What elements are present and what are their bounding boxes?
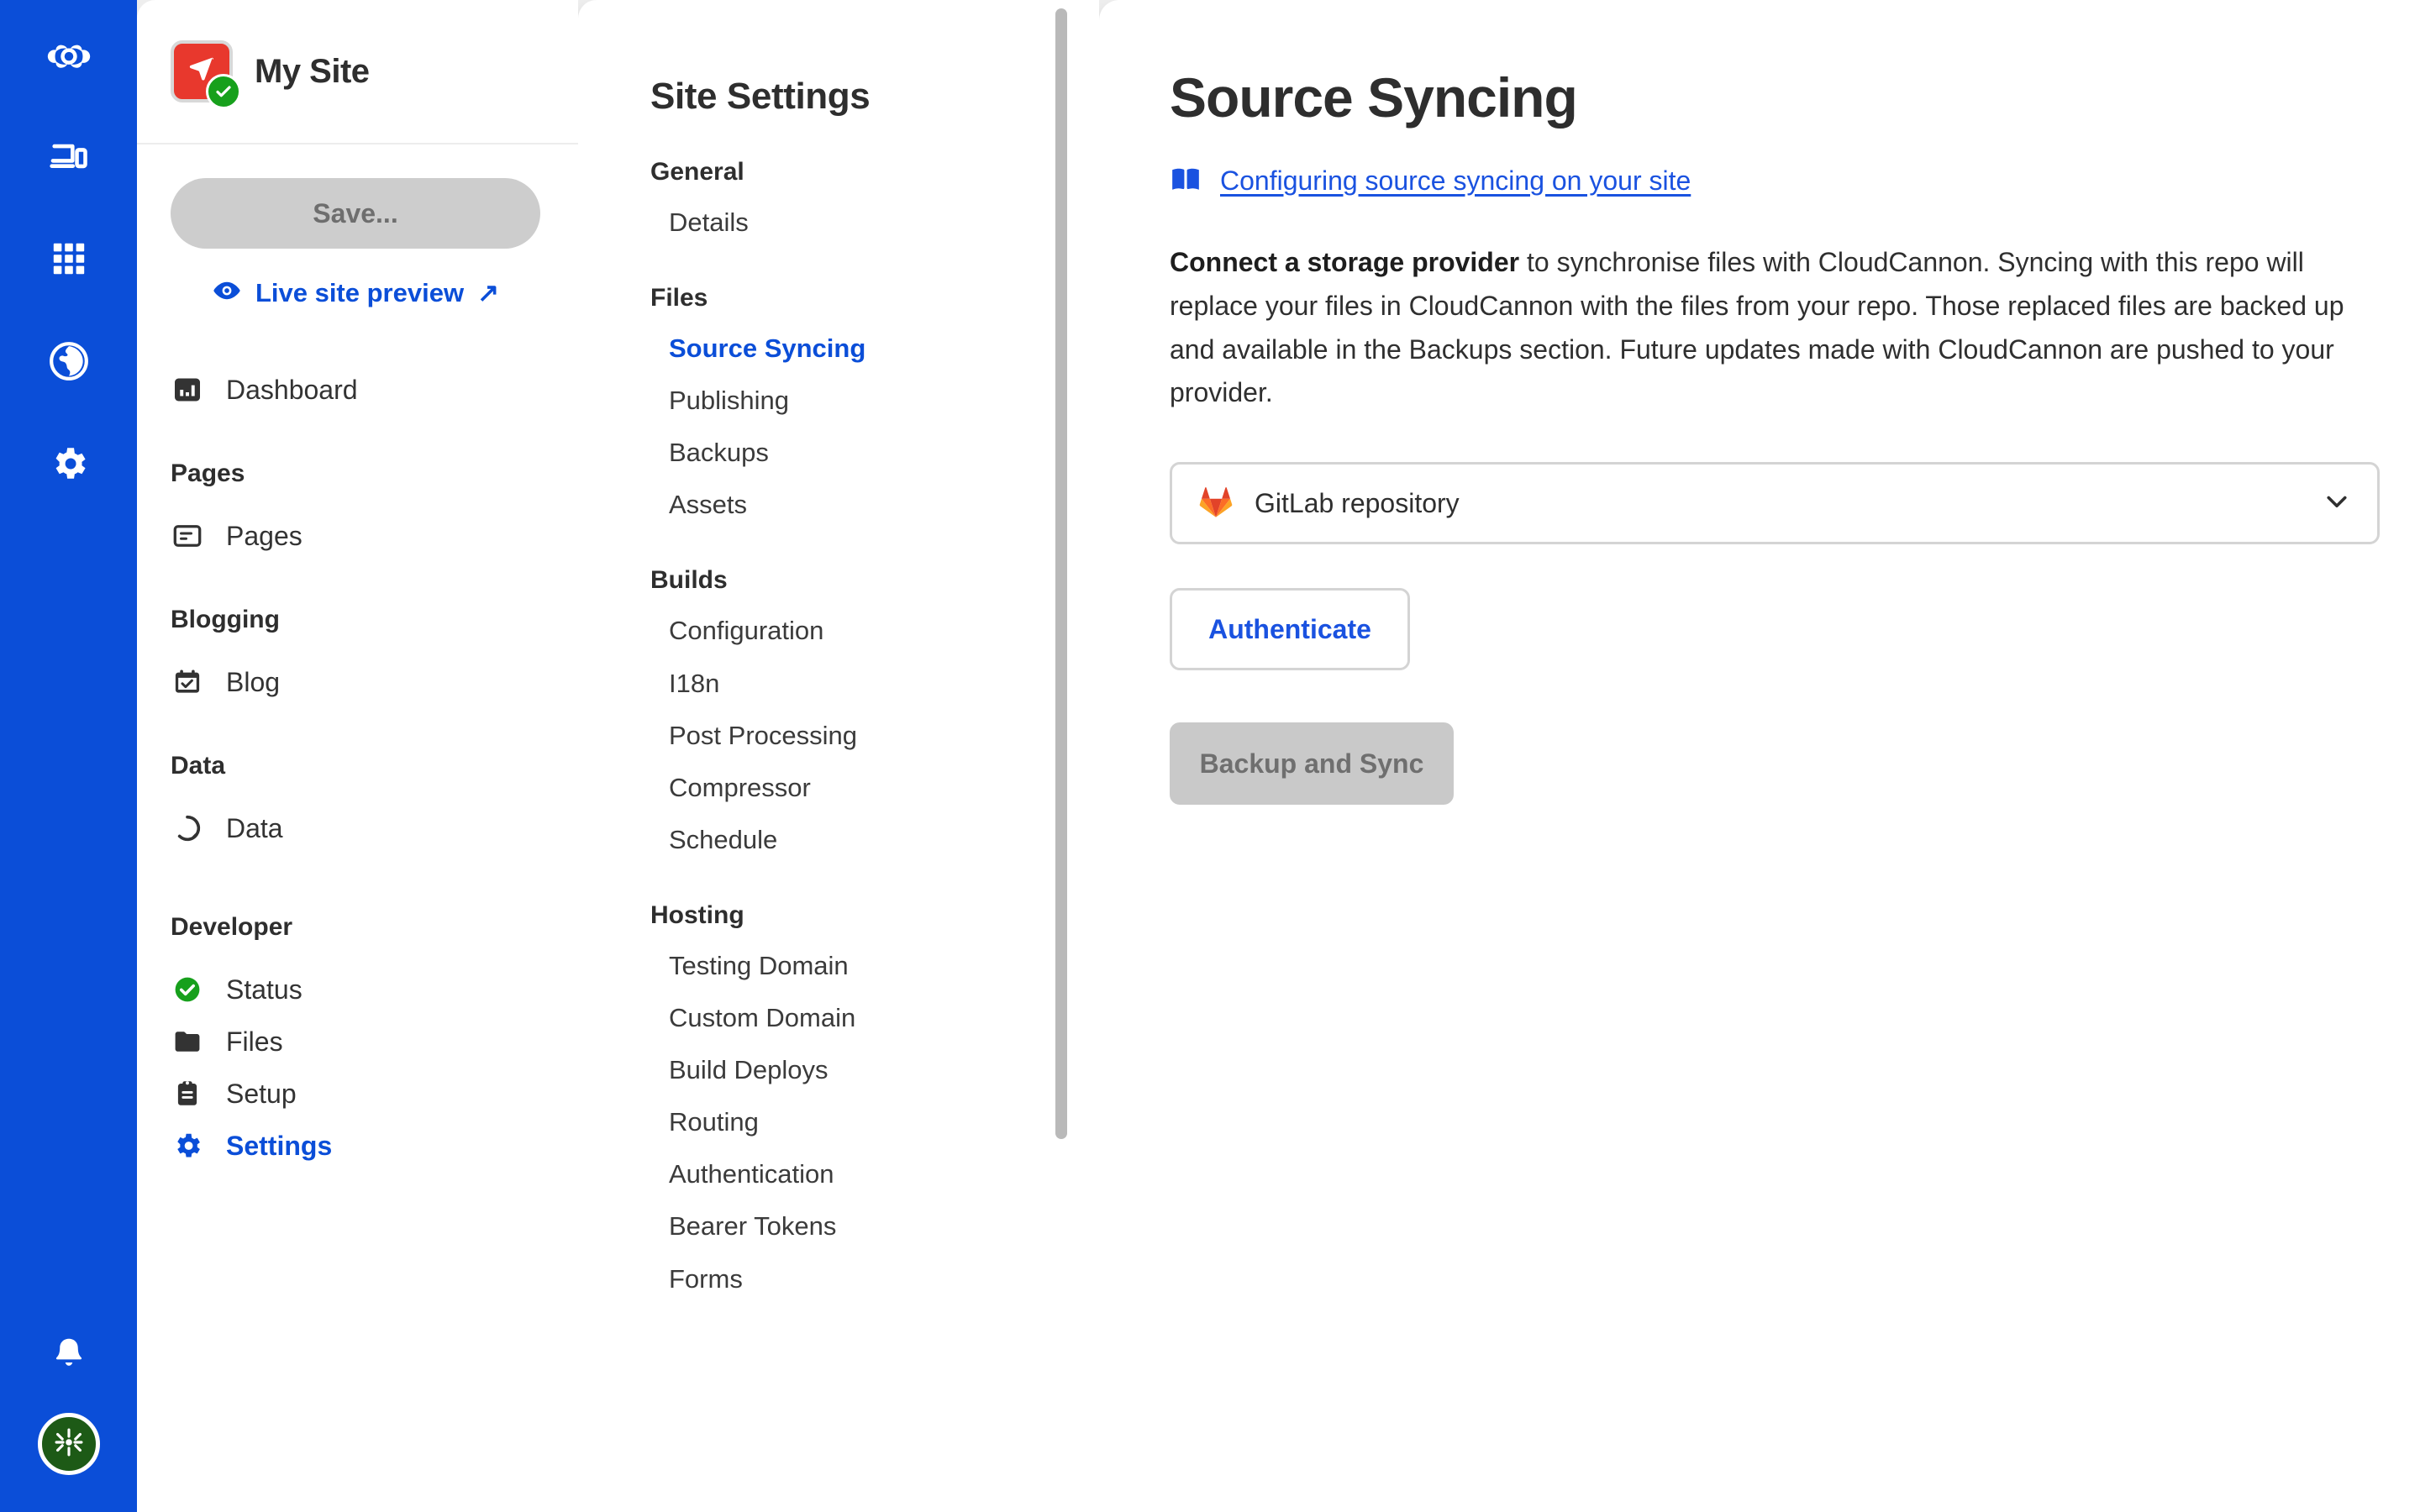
live-site-preview-label: Live site preview: [255, 277, 465, 307]
sidebar-item-status[interactable]: Status: [171, 963, 544, 1016]
settings-item-custom-domain[interactable]: Custom Domain: [650, 992, 1099, 1044]
bar-chart-icon: [171, 373, 204, 407]
settings-item-forms[interactable]: Forms: [650, 1253, 1099, 1305]
main-content: Source Syncing Configuring source syncin…: [1099, 0, 2420, 1512]
page-icon: [171, 519, 204, 553]
sidebar-item-label: Files: [226, 1026, 283, 1057]
sidebar-item-label: Setup: [226, 1078, 297, 1109]
settings-nav-scrollbar[interactable]: [1055, 8, 1067, 1151]
site-sidebar: My Site Save... Live site preview ↗ Dash…: [137, 0, 578, 1512]
intro-bold-lead: Connect a storage provider: [1170, 247, 1520, 277]
scrollbar-thumb[interactable]: [1055, 8, 1067, 1139]
sidebar-item-data[interactable]: Data: [171, 802, 544, 854]
sidebar-item-settings[interactable]: Settings: [171, 1120, 544, 1172]
storage-provider-value: GitLab repository: [1255, 487, 1460, 518]
rail-item-globe[interactable]: [45, 339, 92, 386]
status-check-icon: [171, 973, 204, 1006]
rail-item-settings[interactable]: [45, 442, 92, 489]
documentation-link[interactable]: Configuring source syncing on your site: [1170, 163, 2380, 199]
settings-item-source-syncing[interactable]: Source Syncing: [650, 323, 1099, 375]
sidebar-item-files[interactable]: Files: [171, 1016, 544, 1068]
settings-item-authentication[interactable]: Authentication: [650, 1148, 1099, 1200]
rail-bottom-group: [0, 1332, 137, 1475]
sidebar-group-data: Data: [171, 752, 226, 780]
gear-icon: [48, 443, 90, 489]
save-zone: Save... Live site preview ↗: [137, 144, 578, 310]
live-site-preview-link[interactable]: Live site preview ↗: [171, 276, 540, 310]
gear-icon: [171, 1129, 204, 1163]
sidebar-item-label: Pages: [226, 520, 302, 551]
sidebar-item-label: Blog: [226, 666, 281, 697]
external-link-icon: ↗: [477, 277, 500, 307]
settings-item-build-deploys[interactable]: Build Deploys: [650, 1044, 1099, 1096]
app-root: My Site Save... Live site preview ↗ Dash…: [0, 0, 2420, 1512]
rail-item-devices[interactable]: [45, 134, 92, 181]
settings-group-general: General: [650, 158, 744, 186]
settings-item-compressor[interactable]: Compressor: [650, 762, 1099, 814]
settings-group-hosting: Hosting: [650, 900, 744, 929]
site-name: My Site: [255, 52, 370, 90]
rail-item-apps[interactable]: [45, 237, 92, 284]
settings-item-publishing[interactable]: Publishing: [650, 375, 1099, 427]
check-circle-icon: [206, 74, 241, 109]
settings-item-routing[interactable]: Routing: [650, 1096, 1099, 1148]
sidebar-item-label: Data: [226, 812, 283, 843]
global-icon-rail: [0, 0, 137, 1512]
sidebar-item-label: Settings: [226, 1130, 333, 1161]
chevron-down-icon: [2322, 486, 2352, 521]
settings-item-i18n[interactable]: I18n: [650, 658, 1099, 710]
documentation-link-label: Configuring source syncing on your site: [1220, 165, 1691, 196]
book-icon: [1170, 163, 1202, 199]
bell-icon: [50, 1335, 88, 1378]
eye-icon: [212, 276, 242, 310]
settings-group-builds: Builds: [650, 566, 728, 595]
user-avatar-icon: [53, 1426, 85, 1462]
circle-dashed-icon: [171, 811, 204, 845]
sidebar-group-pages: Pages: [171, 459, 245, 487]
gitlab-icon: [1197, 483, 1234, 524]
settings-item-configuration[interactable]: Configuration: [650, 605, 1099, 657]
rail-item-notifications[interactable]: [45, 1332, 92, 1379]
settings-item-schedule[interactable]: Schedule: [650, 814, 1099, 866]
backup-and-sync-button[interactable]: Backup and Sync: [1170, 722, 1454, 806]
site-header[interactable]: My Site: [137, 0, 578, 144]
storage-provider-select[interactable]: GitLab repository: [1170, 462, 2380, 545]
save-button[interactable]: Save...: [171, 178, 540, 249]
sidebar-item-pages[interactable]: Pages: [171, 510, 544, 562]
settings-nav-title: Site Settings: [650, 76, 871, 117]
devices-icon: [47, 134, 91, 182]
grid-apps-icon: [50, 239, 88, 282]
settings-group-files: Files: [650, 284, 708, 312]
sidebar-item-label: Status: [226, 974, 302, 1005]
authenticate-button[interactable]: Authenticate: [1170, 588, 1410, 671]
clipboard-icon: [171, 1077, 204, 1110]
sidebar-item-setup[interactable]: Setup: [171, 1068, 544, 1120]
site-avatar: [171, 40, 241, 109]
intro-paragraph: Connect a storage provider to synchronis…: [1170, 241, 2346, 415]
cloudcannon-logo-icon[interactable]: [41, 32, 97, 87]
sidebar-item-blog[interactable]: Blog: [171, 656, 544, 708]
sidebar-group-developer: Developer: [171, 913, 293, 941]
settings-item-backups[interactable]: Backups: [650, 427, 1099, 479]
rail-item-account[interactable]: [37, 1413, 100, 1475]
sidebar-item-label: Dashboard: [226, 374, 358, 405]
site-nav: Dashboard Pages Pages Blogging Blog Data…: [137, 310, 578, 1172]
sidebar-group-blogging: Blogging: [171, 606, 280, 633]
settings-item-bearer-tokens[interactable]: Bearer Tokens: [650, 1200, 1099, 1252]
settings-item-assets[interactable]: Assets: [650, 479, 1099, 531]
settings-item-details[interactable]: Details: [650, 197, 1099, 249]
sidebar-item-dashboard[interactable]: Dashboard: [171, 364, 544, 416]
settings-item-post-processing[interactable]: Post Processing: [650, 710, 1099, 762]
rail-icon-list: [45, 134, 92, 489]
folder-icon: [171, 1025, 204, 1058]
calendar-check-icon: [171, 665, 204, 699]
page-title: Source Syncing: [1170, 66, 1578, 129]
settings-item-testing-domain[interactable]: Testing Domain: [650, 940, 1099, 992]
settings-nav-column: Site Settings General Details Files Sour…: [578, 0, 1099, 1512]
globe-icon: [48, 340, 90, 386]
